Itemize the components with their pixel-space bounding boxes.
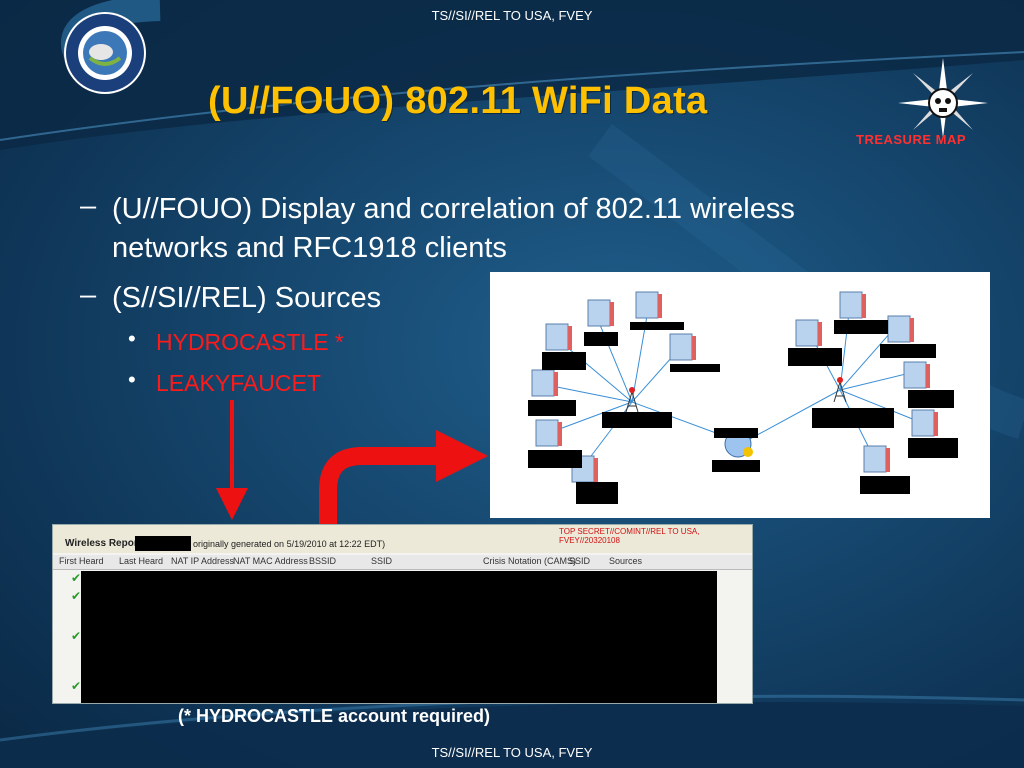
wireless-report-window: Wireless Report: originally generated on…: [52, 524, 753, 704]
col-ssid-2[interactable]: SSID: [569, 556, 590, 566]
report-classification-banner: TOP SECRET//COMINT//REL TO USA, FVEY//20…: [559, 527, 700, 545]
check-icon: ✔: [71, 589, 82, 603]
col-nat-ip[interactable]: NAT IP Address: [171, 556, 234, 566]
col-nat-mac[interactable]: NAT MAC Address: [233, 556, 308, 566]
col-first-heard[interactable]: First Heard: [59, 556, 104, 566]
network-graph-icon: [528, 291, 958, 504]
report-column-headers: First Heard Last Heard NAT IP Address NA…: [53, 555, 752, 570]
network-diagram: [490, 272, 990, 518]
col-bssid[interactable]: BSSID: [309, 556, 336, 566]
classification-bottom: TS//SI//REL TO USA, FVEY: [431, 745, 593, 760]
report-header: Wireless Report: originally generated on…: [53, 525, 752, 553]
footnote: (* HYDROCASTLE account required): [178, 706, 491, 726]
report-title-suffix: originally generated on 5/19/2010 at 12:…: [193, 539, 386, 549]
col-sources[interactable]: Sources: [609, 556, 642, 566]
col-ssid[interactable]: SSID: [371, 556, 392, 566]
col-crisis-notation[interactable]: Crisis Notation (CAMS): [483, 556, 576, 566]
report-title-prefix: Wireless Report:: [65, 538, 145, 549]
check-icon: ✔: [71, 679, 82, 693]
check-icon: ✔: [71, 571, 82, 585]
redaction-report-name: [135, 536, 191, 551]
check-icon: ✔: [71, 629, 82, 643]
col-last-heard[interactable]: Last Heard: [119, 556, 163, 566]
slide: TS//SI//REL TO USA, FVEY (U//FOUO) 802.1…: [0, 0, 1024, 768]
redaction-report-body: [81, 571, 717, 703]
